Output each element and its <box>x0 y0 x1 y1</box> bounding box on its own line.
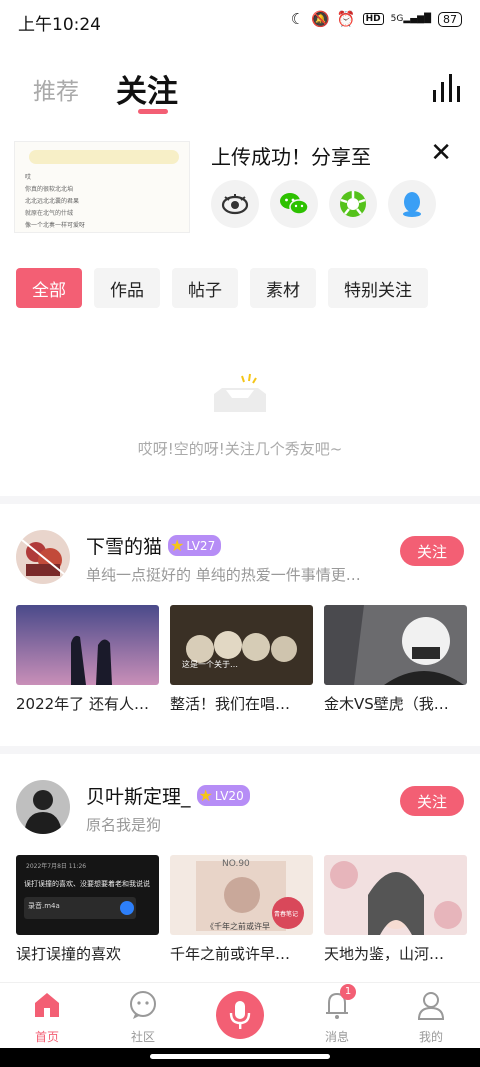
user-desc: 原名我是狗 <box>86 816 162 834</box>
avatar[interactable] <box>16 530 70 584</box>
alarm-icon: ⏰ <box>336 10 356 28</box>
divider <box>0 496 480 504</box>
empty-state-text: 哎呀!空的呀!关注几个秀友吧~ <box>137 440 343 458</box>
moon-icon: ☾ <box>290 10 305 28</box>
work-item[interactable]: 2022年了 还有人… <box>16 605 159 714</box>
work-title: 误打误撞的喜欢 <box>16 945 122 963</box>
star-icon: ★ <box>170 536 185 555</box>
follow-button[interactable]: 关注 <box>400 536 464 566</box>
tab-indicator <box>138 109 168 114</box>
wechat-icon[interactable] <box>270 180 318 228</box>
work-title: 2022年了 还有人… <box>16 695 149 713</box>
hd-icon: HD <box>362 13 384 25</box>
star-icon: ★ <box>198 786 213 805</box>
divider <box>0 746 480 754</box>
user-name[interactable]: 贝叶斯定理_ <box>86 782 191 809</box>
work-item[interactable]: 这是一个关于… 整活！我们在唱… <box>170 605 313 714</box>
tab-recommend[interactable]: 推荐 <box>33 72 79 106</box>
status-icons: ☾ 🔕 ⏰ HD 5G▂▄▆█ 87 <box>291 10 462 28</box>
upload-title: 上传成功！分享至 <box>211 145 371 169</box>
audio-bar <box>29 150 179 164</box>
microphone-icon <box>229 1001 251 1029</box>
work-thumbnail: NO.90 《千年之前或许早 青春笔记 <box>170 855 313 935</box>
avatar[interactable] <box>16 780 70 834</box>
battery-icon: 87 <box>438 11 462 27</box>
work-title: 千年之前或许早… <box>170 945 291 963</box>
work-thumbnail <box>324 605 467 685</box>
moments-icon[interactable] <box>329 180 377 228</box>
upload-thumbnail[interactable]: 哎 你真的很软北北垍 北北远北北囊的君果 就原在北气的什绒 像一个北奏一样可爱呀 <box>14 141 190 233</box>
system-home-bar <box>0 1048 480 1067</box>
status-bar: 上午10:24 ☾ 🔕 ⏰ HD 5G▂▄▆█ 87 <box>0 0 480 44</box>
work-title: 天地为鉴，山河… <box>324 945 445 963</box>
chip-special-follow[interactable]: 特别关注 <box>328 268 428 308</box>
user-name-row: 下雪的猫 ★ LV27 <box>86 532 222 559</box>
chip-works[interactable]: 作品 <box>94 268 160 308</box>
qq-icon[interactable] <box>388 180 436 228</box>
notification-badge: 1 <box>340 984 356 1000</box>
works-row: 2022年7月8日 11:26 误打误撞的喜欢、没要想要着老和我说说 录音.m4… <box>16 855 467 964</box>
work-thumbnail: 这是一个关于… <box>170 605 313 685</box>
user-name-row: 贝叶斯定理_ ★ LV20 <box>86 782 250 809</box>
bottom-nav: 首页 社区 消息 1 我的 <box>0 982 480 1048</box>
user-name[interactable]: 下雪的猫 <box>86 532 162 559</box>
rank-chart-icon[interactable] <box>432 74 462 102</box>
nav-home[interactable]: 首页 <box>17 989 77 1045</box>
community-icon <box>130 991 156 1019</box>
work-thumbnail <box>16 605 159 685</box>
level-badge: ★ LV20 <box>196 785 250 806</box>
work-thumbnail: 2022年7月8日 11:26 误打误撞的喜欢、没要想要着老和我说说 录音.m4… <box>16 855 159 935</box>
level-badge: ★ LV27 <box>168 535 222 556</box>
follow-button[interactable]: 关注 <box>400 786 464 816</box>
chip-materials[interactable]: 素材 <box>250 268 316 308</box>
top-tabs: 推荐 关注 <box>0 60 480 120</box>
home-icon <box>35 993 59 1017</box>
work-item[interactable]: 天地为鉴，山河… <box>324 855 467 964</box>
close-icon[interactable]: ✕ <box>430 140 452 166</box>
home-indicator[interactable] <box>150 1054 330 1059</box>
filter-chips: 全部 作品 帖子 素材 特别关注 <box>16 268 428 308</box>
nav-community[interactable]: 社区 <box>113 989 173 1045</box>
empty-box-icon <box>214 373 266 412</box>
chip-all[interactable]: 全部 <box>16 268 82 308</box>
record-button[interactable] <box>216 991 264 1039</box>
work-title: 金木VS壁虎（我… <box>324 695 449 713</box>
upload-success-card: 哎 你真的很软北北垍 北北远北北囊的君果 就原在北气的什绒 像一个北奏一样可爱呀… <box>0 138 480 238</box>
tab-following[interactable]: 关注 <box>116 66 178 111</box>
work-item[interactable]: NO.90 《千年之前或许早 青春笔记 千年之前或许早… <box>170 855 313 964</box>
eye-icon[interactable] <box>211 180 259 228</box>
profile-icon <box>417 992 445 1020</box>
nav-mine[interactable]: 我的 <box>401 989 461 1045</box>
works-row: 2022年了 还有人… 这是一个关于… 整活！我们在唱… 金木VS壁虎（我… <box>16 605 467 714</box>
work-item[interactable]: 2022年7月8日 11:26 误打误撞的喜欢、没要想要着老和我说说 录音.m4… <box>16 855 159 964</box>
work-item[interactable]: 金木VS壁虎（我… <box>324 605 467 714</box>
user-desc: 单纯一点挺好的 单纯的热爱一件事情更… <box>86 566 361 584</box>
work-title: 整活！我们在唱… <box>170 695 291 713</box>
mute-icon: 🔕 <box>311 10 330 28</box>
nav-messages[interactable]: 消息 <box>307 989 367 1045</box>
work-thumbnail <box>324 855 467 935</box>
chip-posts[interactable]: 帖子 <box>172 268 238 308</box>
status-time: 上午10:24 <box>18 15 101 35</box>
signal-icon: 5G▂▄▆█ <box>390 13 431 24</box>
